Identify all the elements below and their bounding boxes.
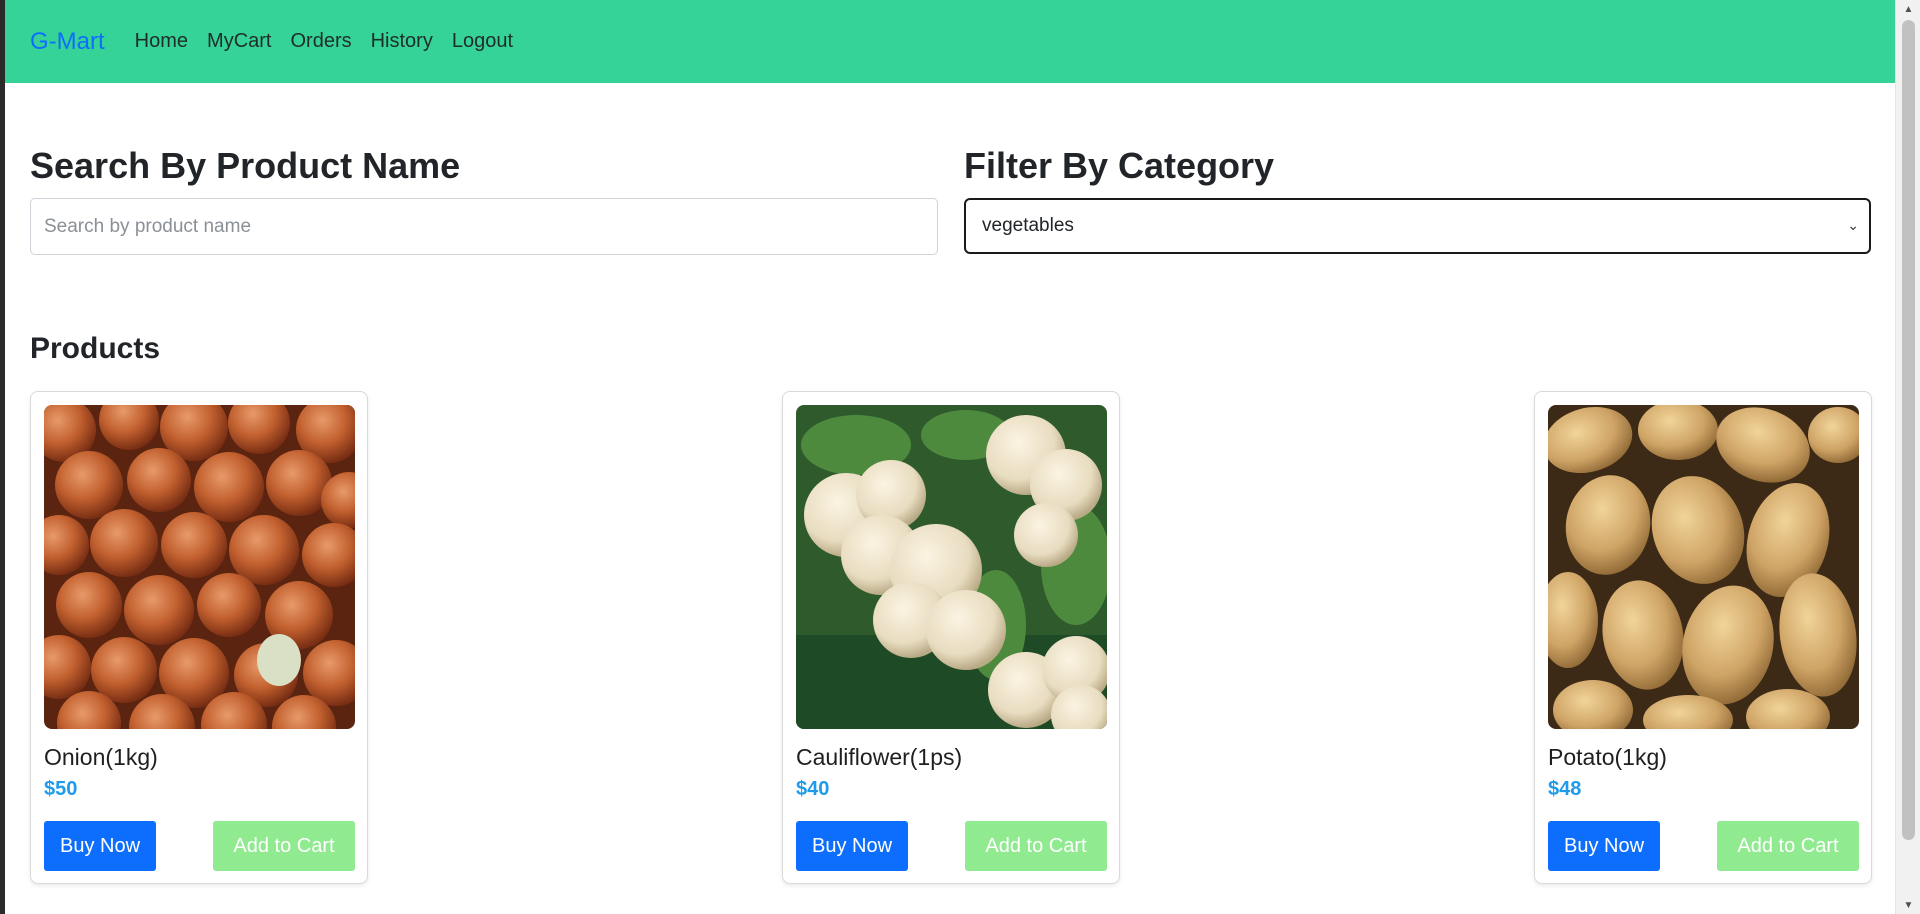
nav-logout[interactable]: Logout <box>452 30 513 53</box>
product-price: $40 <box>796 778 830 800</box>
potato-image <box>1548 405 1859 729</box>
category-selected-value: vegetables <box>982 215 1074 236</box>
product-price: $50 <box>44 778 78 800</box>
product-name: Onion(1kg) <box>44 744 158 770</box>
add-to-cart-button[interactable]: Add to Cart <box>213 821 355 871</box>
nav-mycart[interactable]: MyCart <box>207 30 271 53</box>
chevron-down-icon: ⌄ <box>1847 217 1859 233</box>
scroll-thumb[interactable] <box>1902 20 1915 840</box>
search-input[interactable] <box>30 198 938 255</box>
cauliflower-image <box>796 405 1107 729</box>
nav-home[interactable]: Home <box>135 30 188 53</box>
product-card-cauliflower: Cauliflower(1ps) $40 Buy Now Add to Cart <box>782 391 1120 884</box>
product-price: $48 <box>1548 778 1582 800</box>
nav-history[interactable]: History <box>371 30 433 53</box>
nav-orders[interactable]: Orders <box>290 30 351 53</box>
top-navbar: G-Mart Home MyCart Orders History Logout <box>5 0 1895 83</box>
buy-now-button[interactable]: Buy Now <box>1548 821 1660 871</box>
product-card-onion: Onion(1kg) $50 Buy Now Add to Cart <box>30 391 368 884</box>
scroll-up-arrow-icon[interactable]: ▲ <box>1896 0 1920 18</box>
onion-image <box>44 405 355 729</box>
add-to-cart-button[interactable]: Add to Cart <box>1717 821 1859 871</box>
product-name: Potato(1kg) <box>1548 744 1667 770</box>
vertical-scrollbar[interactable]: ▲ ▼ <box>1895 0 1920 914</box>
search-heading: Search By Product Name <box>30 145 461 186</box>
buy-now-button[interactable]: Buy Now <box>796 821 908 871</box>
scroll-down-arrow-icon[interactable]: ▼ <box>1896 896 1920 914</box>
products-heading: Products <box>30 332 161 365</box>
product-card-potato: Potato(1kg) $48 Buy Now Add to Cart <box>1534 391 1872 884</box>
product-name: Cauliflower(1ps) <box>796 744 963 770</box>
brand-logo[interactable]: G-Mart <box>30 28 105 56</box>
filter-heading: Filter By Category <box>964 145 1275 186</box>
window-edge <box>0 0 5 914</box>
buy-now-button[interactable]: Buy Now <box>44 821 156 871</box>
add-to-cart-button[interactable]: Add to Cart <box>965 821 1107 871</box>
category-select[interactable]: vegetables ⌄ <box>964 198 1871 254</box>
